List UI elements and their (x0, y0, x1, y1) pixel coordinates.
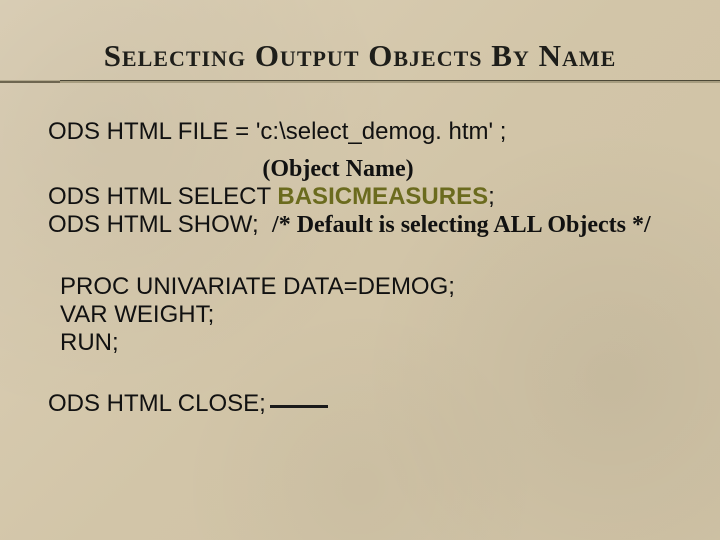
slide-title: Selecting Output Objects By Name (0, 38, 720, 80)
code-ods-close: ODS HTML CLOSE; (48, 390, 266, 418)
title-rule (0, 80, 720, 83)
code-run: RUN; (60, 329, 690, 357)
show-prefix: ODS HTML SHOW; (48, 211, 259, 238)
select-object-name: BASICMEASURES (277, 183, 488, 210)
slide-body: ODS HTML FILE = 'c:\select_demog. htm' ;… (48, 118, 690, 418)
code-ods-file: ODS HTML FILE = 'c:\select_demog. htm' ; (48, 118, 690, 146)
show-comment: /* Default is selecting ALL Objects */ (272, 212, 651, 238)
slide-header: Selecting Output Objects By Name (0, 38, 720, 83)
code-var: VAR WEIGHT; (60, 301, 690, 329)
underline-mark (270, 405, 328, 408)
object-name-annotation: (Object Name) (238, 156, 438, 184)
code-ods-show: ODS HTML SHOW; /* Default is selecting A… (48, 211, 690, 240)
code-ods-close-line: ODS HTML CLOSE; (48, 390, 690, 418)
select-prefix: ODS HTML SELECT (48, 183, 277, 210)
code-ods-select: ODS HTML SELECT BASICMEASURES; (48, 183, 690, 211)
select-suffix: ; (488, 183, 495, 210)
code-proc-univariate: PROC UNIVARIATE DATA=DEMOG; (60, 273, 690, 301)
